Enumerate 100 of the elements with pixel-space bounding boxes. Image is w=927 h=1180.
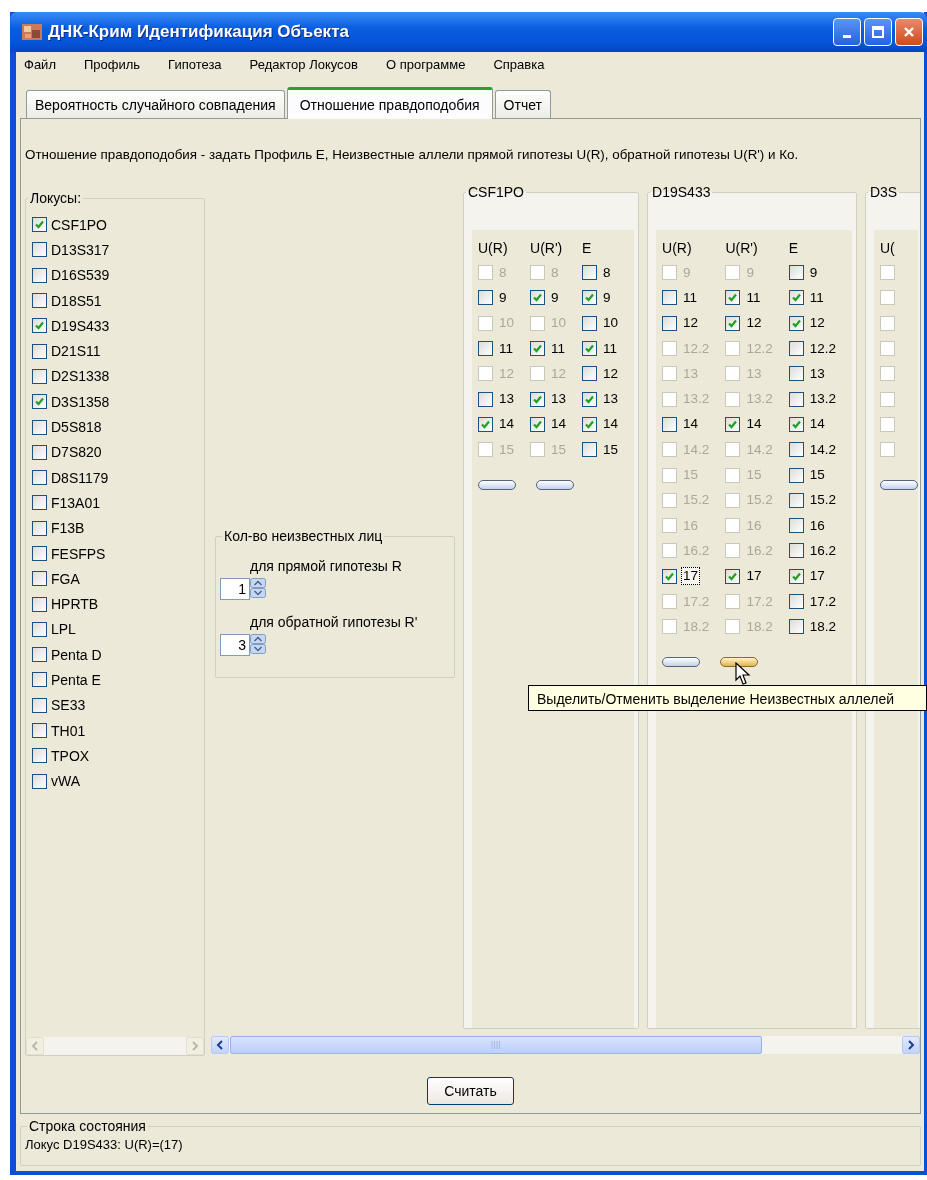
checkbox[interactable] <box>32 672 47 688</box>
calculate-button[interactable]: Считать <box>427 1077 514 1105</box>
menu-item[interactable]: О программе <box>377 56 477 72</box>
checkbox[interactable] <box>32 470 47 486</box>
checkbox[interactable] <box>32 318 47 334</box>
toggle-button[interactable] <box>662 657 701 668</box>
checkbox[interactable] <box>788 594 804 609</box>
checkbox[interactable] <box>788 391 804 407</box>
checkbox[interactable] <box>788 492 804 508</box>
checkbox[interactable] <box>478 391 493 407</box>
checkbox[interactable] <box>478 341 493 357</box>
checkbox[interactable] <box>582 366 598 382</box>
checkbox[interactable] <box>32 520 47 536</box>
checkbox[interactable] <box>478 290 493 306</box>
checkbox[interactable] <box>582 391 598 407</box>
checkbox[interactable] <box>582 315 598 331</box>
checkbox[interactable] <box>32 748 47 764</box>
checkbox[interactable] <box>32 419 47 435</box>
checkbox[interactable] <box>788 543 804 559</box>
scroll-left-button[interactable] <box>211 1036 229 1054</box>
group-title: D3S <box>868 184 899 200</box>
menu-item[interactable]: Файл <box>16 56 67 72</box>
checkbox[interactable] <box>32 546 47 561</box>
checkbox[interactable] <box>788 315 804 331</box>
toggle-button[interactable] <box>720 657 759 668</box>
checkbox[interactable] <box>530 416 546 432</box>
checkbox[interactable] <box>32 217 47 233</box>
menu-item[interactable]: Справка <box>485 56 556 72</box>
tab[interactable]: Вероятность случайного совпадения <box>26 90 285 118</box>
checkbox[interactable] <box>662 416 678 432</box>
checkbox[interactable] <box>725 315 741 331</box>
checkbox[interactable] <box>788 619 804 635</box>
toggle-button[interactable] <box>879 480 918 491</box>
locus-label: Penta D <box>51 646 102 663</box>
allele-label: 15 <box>550 440 568 459</box>
allele-label: 18.2 <box>745 617 774 636</box>
menu-item[interactable]: Профиль <box>75 56 152 72</box>
checkbox[interactable] <box>32 242 47 258</box>
tab[interactable]: Отчет <box>494 90 551 118</box>
checkbox[interactable] <box>32 444 47 460</box>
checkbox[interactable] <box>788 467 804 483</box>
checkbox[interactable] <box>478 416 493 432</box>
locus-label: D5S818 <box>51 419 102 435</box>
checkbox[interactable] <box>32 368 47 384</box>
horizontal-scrollbar[interactable] <box>211 1036 920 1054</box>
menu-item[interactable]: Редактор Локусов <box>241 56 369 72</box>
toggle-button[interactable] <box>536 480 574 491</box>
checkbox[interactable] <box>582 265 598 281</box>
checkbox[interactable] <box>582 416 598 432</box>
checkbox[interactable] <box>582 442 598 458</box>
group-title: CSF1PO <box>467 184 525 200</box>
allele-label: 12 <box>682 314 700 333</box>
checkbox[interactable] <box>662 290 678 306</box>
checkbox[interactable] <box>32 267 47 283</box>
locus-label: FGA <box>51 570 80 587</box>
checkbox[interactable] <box>32 773 47 789</box>
checkbox[interactable] <box>582 290 598 306</box>
allele-label: 9 <box>602 288 612 307</box>
checkbox[interactable] <box>582 341 598 357</box>
checkbox[interactable] <box>788 568 804 584</box>
checkbox[interactable] <box>788 518 804 534</box>
checkbox[interactable] <box>530 391 546 407</box>
checkbox[interactable] <box>788 265 804 281</box>
toggle-button[interactable] <box>478 480 516 491</box>
menu-item[interactable]: Гипотеза <box>160 56 233 72</box>
checkbox[interactable] <box>662 315 678 331</box>
checkbox[interactable] <box>32 697 47 713</box>
minimize-button[interactable] <box>833 18 861 46</box>
spin-buttons-icon[interactable] <box>250 578 266 600</box>
spin-buttons-icon[interactable] <box>250 634 266 656</box>
checkbox[interactable] <box>32 571 47 587</box>
checkbox[interactable] <box>788 341 804 357</box>
checkbox[interactable] <box>530 341 546 357</box>
checkbox[interactable] <box>32 293 47 309</box>
allele-label: 15 <box>745 466 763 484</box>
group-title: Строка состояния <box>28 1118 147 1134</box>
close-button[interactable] <box>895 18 923 46</box>
checkbox[interactable] <box>32 596 47 612</box>
checkbox[interactable] <box>788 366 804 382</box>
checkbox[interactable] <box>32 343 47 359</box>
checkbox[interactable] <box>788 416 804 432</box>
checkbox[interactable] <box>788 442 804 458</box>
checkbox[interactable] <box>32 723 47 739</box>
checkbox[interactable] <box>32 621 47 637</box>
checkbox[interactable] <box>32 495 47 511</box>
checkbox[interactable] <box>725 568 741 584</box>
scroll-thumb[interactable] <box>230 1036 762 1054</box>
tab[interactable]: Отношение правдоподобия <box>286 87 493 119</box>
scroll-right-button[interactable] <box>902 1036 920 1054</box>
checkbox[interactable] <box>725 290 741 306</box>
column-header: E <box>788 239 799 258</box>
maximize-button[interactable] <box>864 18 892 46</box>
checkbox[interactable] <box>788 290 804 306</box>
checkbox[interactable] <box>32 647 47 663</box>
checkbox[interactable] <box>530 290 546 306</box>
checkbox[interactable] <box>725 416 741 432</box>
checkbox[interactable] <box>662 568 678 584</box>
allele-label: 18.2 <box>808 617 837 636</box>
locus-label: D13S317 <box>51 241 110 258</box>
checkbox[interactable] <box>32 394 47 410</box>
